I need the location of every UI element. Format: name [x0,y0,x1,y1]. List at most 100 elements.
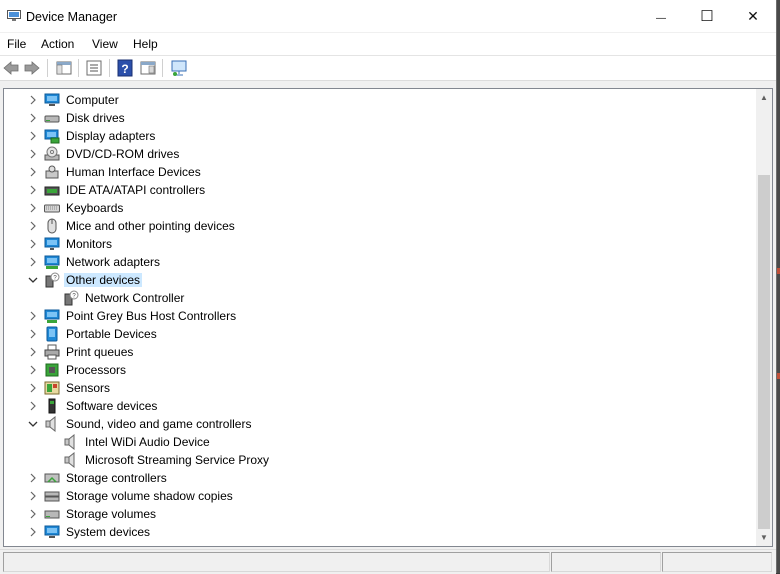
chevron-down-icon[interactable] [28,275,38,285]
tree-category-label: System devices [66,525,151,539]
chevron-right-icon[interactable] [28,311,38,321]
ide-controller-icon [44,186,60,196]
tree-category-label: Other devices [64,273,143,287]
device-tree[interactable]: Computer Disk drives Display adapters DVD/C… [3,88,773,547]
chevron-right-icon[interactable] [28,185,38,195]
menu-file[interactable]: File [7,37,26,51]
tree-category[interactable]: Computer [4,91,744,109]
chevron-right-icon[interactable] [28,239,38,249]
mouse-icon [47,218,57,234]
chevron-right-icon[interactable] [28,329,38,339]
tree-category[interactable]: Network adapters [4,253,744,271]
scroll-down-arrow[interactable]: ▼ [756,529,772,546]
disk-drive-icon [44,115,60,123]
chevron-right-icon[interactable] [28,509,38,519]
system-device-icon [44,525,60,538]
back-icon[interactable] [2,59,20,77]
chevron-right-icon[interactable] [28,347,38,357]
tree-category[interactable]: IDE ATA/ATAPI controllers [4,181,744,199]
close-icon: ✕ [747,8,759,24]
menu-action[interactable]: Action [41,37,74,51]
chevron-right-icon[interactable] [28,149,38,159]
title-bar[interactable]: Device Manager — ☐ ✕ [0,0,776,32]
status-cell-3 [662,552,772,572]
tree-category[interactable]: Monitors [4,235,744,253]
tree-category[interactable]: Disk drives [4,109,744,127]
tree-category-label: Disk drives [66,111,125,125]
bus-controller-icon [44,309,60,323]
chevron-right-icon[interactable] [28,131,38,141]
menu-view[interactable]: View [92,37,118,51]
monitor-icon [44,237,60,250]
portable-device-icon [46,326,58,342]
tree-category[interactable]: Point Grey Bus Host Controllers [4,307,744,325]
chevron-right-icon[interactable] [28,203,38,213]
shadow-copy-icon [44,491,60,502]
processor-icon [45,363,59,377]
tree-category[interactable]: Sound, video and game controllers [4,415,744,433]
properties-icon[interactable] [85,59,103,77]
tree-category[interactable]: Portable Devices [4,325,744,343]
tree-category[interactable]: Keyboards [4,199,744,217]
chevron-right-icon[interactable] [28,473,38,483]
chevron-right-icon[interactable] [28,365,38,375]
tree-category[interactable]: Storage controllers [4,469,744,487]
tree-category[interactable]: System devices [4,523,744,541]
scan-hardware-icon[interactable] [170,59,188,77]
printer-icon [44,344,60,360]
tree-category[interactable]: Storage volumes [4,505,744,523]
tree-category[interactable]: Display adapters [4,127,744,145]
tree-device[interactable]: Intel WiDi Audio Device [4,433,744,451]
chevron-right-icon[interactable] [28,257,38,267]
sensor-icon [44,381,60,395]
tree-category[interactable]: DVD/CD-ROM drives [4,145,744,163]
menu-help[interactable]: Help [133,37,158,51]
close-button[interactable]: ✕ [730,0,776,32]
tree-category[interactable]: Print queues [4,343,744,361]
unknown-device-icon: ? [45,272,60,288]
tree-category[interactable]: ? Other devices [4,271,744,289]
forward-icon[interactable] [23,59,41,77]
chevron-right-icon[interactable] [28,401,38,411]
hid-icon [45,165,59,179]
device-manager-window: Device Manager — ☐ ✕ File Action View He… [0,0,777,574]
tree-category[interactable]: Software devices [4,397,744,415]
vertical-scrollbar[interactable]: ▲ ▼ [756,89,772,546]
chevron-right-icon[interactable] [28,167,38,177]
chevron-down-icon[interactable] [28,419,38,429]
tree-category[interactable]: Processors [4,361,744,379]
tree-device-label: Intel WiDi Audio Device [85,435,210,449]
chevron-right-icon[interactable] [28,491,38,501]
show-hide-tree-icon[interactable] [55,59,73,77]
status-bar [0,549,776,574]
tree-category-label: Sensors [66,381,111,395]
chevron-right-icon[interactable] [28,113,38,123]
tree-category-label: Software devices [66,399,158,413]
tree-category[interactable]: Human Interface Devices [4,163,744,181]
status-cell-main [3,552,550,572]
chevron-right-icon[interactable] [28,527,38,537]
update-driver-icon[interactable] [139,59,157,77]
minimize-icon: — [656,13,666,24]
keyboard-icon [44,204,60,213]
tree-category[interactable]: Storage volume shadow copies [4,487,744,505]
maximize-button[interactable]: ☐ [684,0,730,32]
tree-category[interactable]: Mice and other pointing devices [4,217,744,235]
tree-category[interactable]: Sensors [4,379,744,397]
tree-category-label: Portable Devices [66,327,157,341]
chevron-right-icon[interactable] [28,95,38,105]
window-title: Device Manager [26,10,118,24]
tree-category-label: Network adapters [66,255,161,269]
speaker-icon [45,416,56,432]
minimize-button[interactable]: — [638,0,684,32]
chevron-right-icon[interactable] [28,221,38,231]
scroll-up-arrow[interactable]: ▲ [756,89,772,106]
tree-category-label: Sound, video and game controllers [66,417,252,431]
chevron-right-icon[interactable] [28,383,38,393]
tree-device[interactable]: ? Network Controller [4,289,744,307]
scroll-thumb[interactable] [758,175,770,529]
tree-category-label: DVD/CD-ROM drives [66,147,180,161]
help-icon[interactable]: ? [116,59,134,77]
tree-device[interactable]: Microsoft Streaming Service Proxy [4,451,744,469]
computer-icon [44,93,60,106]
